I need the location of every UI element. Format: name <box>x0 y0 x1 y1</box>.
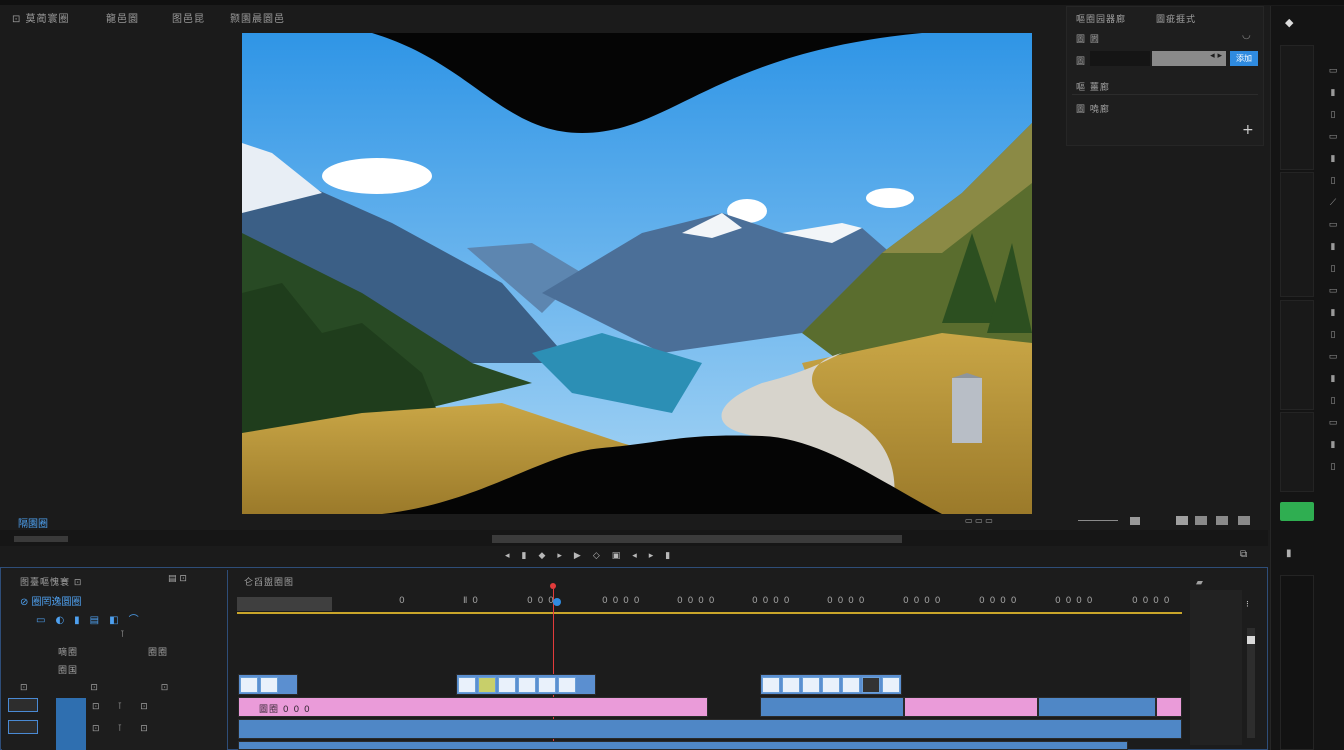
clip-thumbnail <box>558 677 576 693</box>
zoom-slider[interactable] <box>1078 520 1118 521</box>
meter-column <box>1280 45 1314 170</box>
audio-track-button[interactable] <box>8 720 38 734</box>
effects-clip[interactable] <box>904 697 1038 717</box>
video-clip[interactable] <box>456 674 596 713</box>
export-frame-icon[interactable]: ⧉ <box>1240 549 1247 560</box>
scrubber-in-range[interactable] <box>14 536 68 542</box>
timeline-work-line <box>237 612 1182 614</box>
clip-thumbnail <box>260 677 278 693</box>
track-row-label: 圈圈 <box>148 648 169 658</box>
menu-window[interactable]: 颢園晨圜邑 <box>230 10 285 25</box>
inspector-input[interactable] <box>1090 51 1150 66</box>
panel-menu-icon[interactable]: ▤ ⊡ <box>168 574 187 584</box>
inspector-row-label: 圖 圌 <box>1076 35 1100 45</box>
clip-thumbnail <box>782 677 800 693</box>
timeline-panel-title: 图臺嘔愧寰 ⊡ <box>20 578 83 588</box>
ruler-tick: 0 0 0 0 <box>1055 596 1094 606</box>
video-clip[interactable] <box>760 674 902 695</box>
viewer-frame-image <box>242 33 1032 514</box>
transport-controls[interactable]: ◂▮◆▸▶◇▣◂▸▮ <box>505 551 682 561</box>
track-toggle-row[interactable]: ⊡ ⊡ ⊡ <box>20 683 198 693</box>
ruler-tick: 0 0 0 0 <box>903 596 942 606</box>
scroll-up-icon[interactable]: ⁝ <box>1246 600 1249 610</box>
meter-column <box>1280 412 1314 492</box>
inspector-apply-button[interactable]: 添加 <box>1230 51 1258 66</box>
ruler-tick: 0 0 0 0 <box>827 596 866 606</box>
video-viewer[interactable] <box>242 33 1032 514</box>
clip-thumbnail <box>458 677 476 693</box>
add-icon[interactable]: + <box>1242 122 1254 138</box>
meter-column <box>1280 300 1314 410</box>
clip-thumbnail <box>240 677 258 693</box>
chevron-down-icon[interactable]: ◡ <box>1242 30 1251 41</box>
grid-icon[interactable] <box>1195 516 1207 525</box>
ruler-tick: 0 0 0 0 <box>1132 596 1171 606</box>
video-track-button[interactable] <box>8 698 38 712</box>
green-status-button[interactable] <box>1280 502 1314 521</box>
scrubber-range[interactable] <box>492 535 902 543</box>
master-meter <box>1280 575 1314 750</box>
viewer-toolbar-right[interactable]: ▭ ▭ ▭ <box>965 516 993 525</box>
settings-icon[interactable] <box>1238 516 1250 525</box>
timeline-subhead: ⊘ 圈罔逸圜圈 <box>20 597 82 608</box>
inspector-divider <box>1072 94 1258 95</box>
ruler-tick: 0 <box>399 596 406 606</box>
snap-icon[interactable]: ▰ <box>1196 578 1203 588</box>
inspector-slider[interactable]: ◂ ▸ <box>1152 51 1226 66</box>
pin-icon[interactable]: ◆ <box>1285 16 1293 29</box>
menu-file[interactable]: ⊡ 莫蔺寰圈 <box>12 10 70 25</box>
audio-clip[interactable] <box>238 741 1128 750</box>
strip-small-icon[interactable]: ▮ <box>1286 548 1292 559</box>
inspector-panel <box>1066 6 1264 146</box>
fit-icon[interactable] <box>1176 516 1188 525</box>
clip-thumbnail <box>822 677 840 693</box>
clip-thumbnail <box>802 677 820 693</box>
track-lock-icon[interactable]: ⊺ <box>120 630 125 640</box>
clip-thumbnail <box>862 677 880 693</box>
clip-thumbnail <box>762 677 780 693</box>
clip-thumbnail <box>538 677 556 693</box>
ruler-tick: Ⅱ 0 <box>463 596 480 606</box>
clip-thumbnail <box>518 677 536 693</box>
inspector-section-label: 嘔 薑廊 <box>1076 83 1110 93</box>
meter-column <box>1280 172 1314 297</box>
inspector-section-label-2: 圖 嘵廊 <box>1076 105 1110 115</box>
safe-zone-icon[interactable] <box>1216 516 1228 525</box>
menu-view[interactable]: 图邑昆 <box>172 10 205 25</box>
effects-clip[interactable] <box>1156 697 1182 717</box>
ruler-tick: 0 0 0 0 <box>979 596 1018 606</box>
current-time-marker[interactable] <box>553 598 561 606</box>
video-clip-blue[interactable] <box>1038 697 1156 717</box>
clip-label: 圖圈 0 0 0 <box>259 705 311 715</box>
timeline-tab[interactable]: 仑舀盥圈图 <box>244 575 294 588</box>
track-tool-icons[interactable]: ▭◐▮▤◧⌒ <box>36 611 149 626</box>
video-clip[interactable] <box>238 674 298 713</box>
ruler-tick: 0 0 0 0 <box>602 596 641 606</box>
track-controls-a1[interactable]: ⊡⊺⊡ <box>92 724 166 734</box>
audio-clip[interactable] <box>238 719 1182 739</box>
track-row-label: 嘀圈 <box>58 648 79 658</box>
track-row-label: 圈国 <box>58 666 79 676</box>
ruler-tick: 0 0 0 <box>527 596 555 606</box>
inspector-tab[interactable]: 圖疵捱式 <box>1156 12 1196 25</box>
video-clip-blue[interactable] <box>760 697 904 717</box>
timeline-sidebar <box>1190 590 1242 745</box>
zoom-thumb[interactable] <box>1130 517 1140 525</box>
clip-thumbnail <box>882 677 900 693</box>
clip-thumbnail <box>478 677 496 693</box>
ruler-tick: 0 0 0 0 <box>677 596 716 606</box>
track-controls-v1[interactable]: ⊡⊺⊡ <box>92 702 166 712</box>
vertical-scrollbar[interactable] <box>1247 628 1255 738</box>
effects-clip[interactable]: 圖圈 0 0 0 <box>238 697 708 717</box>
clip-thumbnail <box>498 677 516 693</box>
ruler-tick: 0 0 0 0 <box>752 596 791 606</box>
inspector-title: 嘔圈园器廊 <box>1076 15 1127 25</box>
viewer-label[interactable]: 隔園圈 <box>18 515 48 530</box>
scroll-thumb[interactable] <box>1247 636 1255 644</box>
window-top-edge <box>0 0 1344 5</box>
menu-edit[interactable]: 龍邑圜 <box>106 10 139 25</box>
strip-tool-icons[interactable]: ▭ ▮ ▯ ▭ ▮ ▯ ⟋ ▭ ▮ ▯ ▭ ▮ ▯ ▭ ▮ ▯ ▭ ▮ ▯ <box>1326 60 1340 490</box>
clip-thumbnail <box>842 677 860 693</box>
track-target-selected[interactable] <box>56 698 86 750</box>
